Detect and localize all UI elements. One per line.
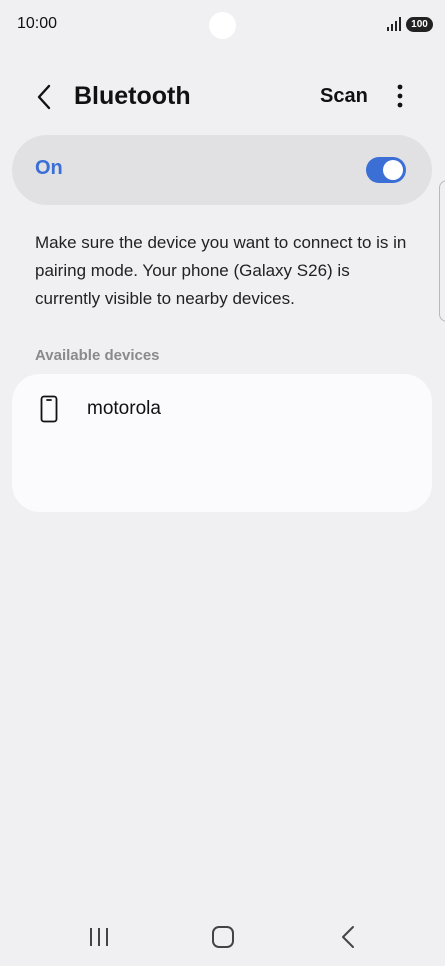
app-bar: Bluetooth Scan xyxy=(0,68,445,124)
bluetooth-toggle-card[interactable]: On xyxy=(12,135,432,205)
navigation-bar xyxy=(0,910,445,966)
edge-panel-handle[interactable] xyxy=(439,180,445,322)
available-devices-list: motorola xyxy=(12,374,432,512)
list-item-device-motorola[interactable]: motorola xyxy=(12,374,432,444)
recents-icon[interactable] xyxy=(84,924,114,950)
bluetooth-state-label: On xyxy=(35,157,63,179)
signal-icon xyxy=(387,17,401,31)
phone-icon xyxy=(40,395,58,423)
toggle-knob xyxy=(383,160,403,180)
page-title: Bluetooth xyxy=(74,82,191,110)
battery-icon: 100 xyxy=(406,17,433,32)
more-options-button[interactable] xyxy=(387,80,413,112)
available-devices-header: Available devices xyxy=(35,347,160,364)
back-arrow-icon xyxy=(37,84,51,110)
camera-cutout xyxy=(209,12,236,39)
back-icon[interactable] xyxy=(334,924,364,950)
device-name: motorola xyxy=(87,398,161,419)
home-icon[interactable] xyxy=(208,924,238,950)
status-bar: 10:00 100 xyxy=(0,0,445,50)
battery-level: 100 xyxy=(411,19,428,30)
status-time: 10:00 xyxy=(17,15,58,32)
bluetooth-toggle-switch[interactable] xyxy=(366,157,406,183)
pairing-description: Make sure the device you want to connect… xyxy=(35,233,407,308)
scan-button[interactable]: Scan xyxy=(320,82,368,110)
more-vertical-icon xyxy=(397,84,403,108)
back-button[interactable] xyxy=(27,80,61,114)
